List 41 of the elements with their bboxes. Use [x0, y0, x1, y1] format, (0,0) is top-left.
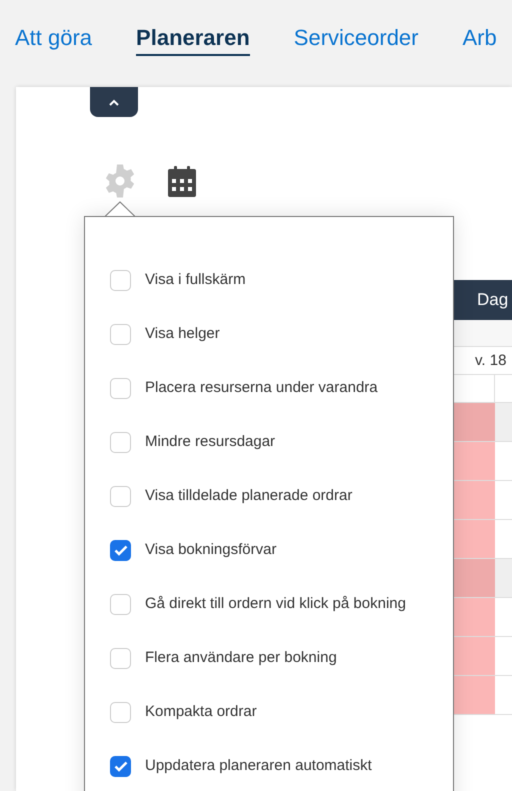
- booking-block: [453, 520, 495, 558]
- grid-cell: [495, 559, 512, 597]
- nav-tab[interactable]: Serviceorder: [294, 20, 418, 56]
- checkbox[interactable]: [110, 756, 131, 776]
- nav-tab[interactable]: Arb: [462, 20, 497, 56]
- booking-block: [453, 598, 495, 636]
- setting-label: Flera användare per bokning: [145, 648, 337, 668]
- checkbox[interactable]: [110, 540, 131, 560]
- setting-label: Mindre resursdagar: [145, 432, 276, 452]
- setting-label: Gå direkt till ordern vid klick på bokning: [145, 594, 406, 614]
- checkbox[interactable]: [110, 702, 131, 722]
- check-icon: [114, 544, 128, 556]
- setting-label: Kompakta ordrar: [145, 702, 257, 722]
- nav-tab[interactable]: Att göra: [15, 20, 92, 56]
- day-view-button[interactable]: Dag: [453, 280, 512, 320]
- setting-label: Visa tilldelade planerade ordrar: [145, 486, 352, 506]
- checkbox[interactable]: [110, 270, 131, 290]
- booking-block: [453, 676, 495, 714]
- checkbox[interactable]: [110, 594, 131, 614]
- check-icon: [114, 760, 128, 772]
- setting-label: Visa i fullskärm: [145, 270, 246, 290]
- setting-label: Placera resurserna under varandra: [145, 378, 378, 398]
- setting-label: Visa helger: [145, 324, 220, 344]
- checkbox[interactable]: [110, 432, 131, 452]
- chevron-up-icon: [109, 98, 119, 106]
- booking-block: [453, 559, 495, 597]
- checkbox[interactable]: [110, 486, 131, 506]
- nav-tab[interactable]: Planeraren: [136, 20, 250, 56]
- checkbox[interactable]: [110, 648, 131, 668]
- booking-block: [453, 481, 495, 519]
- booking-block: [453, 403, 495, 441]
- setting-label: Uppdatera planeraren automatiskt: [145, 756, 372, 776]
- setting-label: Visa bokningsförvar: [145, 540, 276, 560]
- checkbox[interactable]: [110, 324, 131, 344]
- booking-block: [453, 442, 495, 480]
- collapse-button[interactable]: [90, 87, 138, 117]
- calendar-icon[interactable]: [168, 166, 196, 196]
- grid-cell: [495, 403, 512, 441]
- grid-header-row: [453, 375, 512, 403]
- checkbox[interactable]: [110, 378, 131, 398]
- booking-block: [453, 637, 495, 675]
